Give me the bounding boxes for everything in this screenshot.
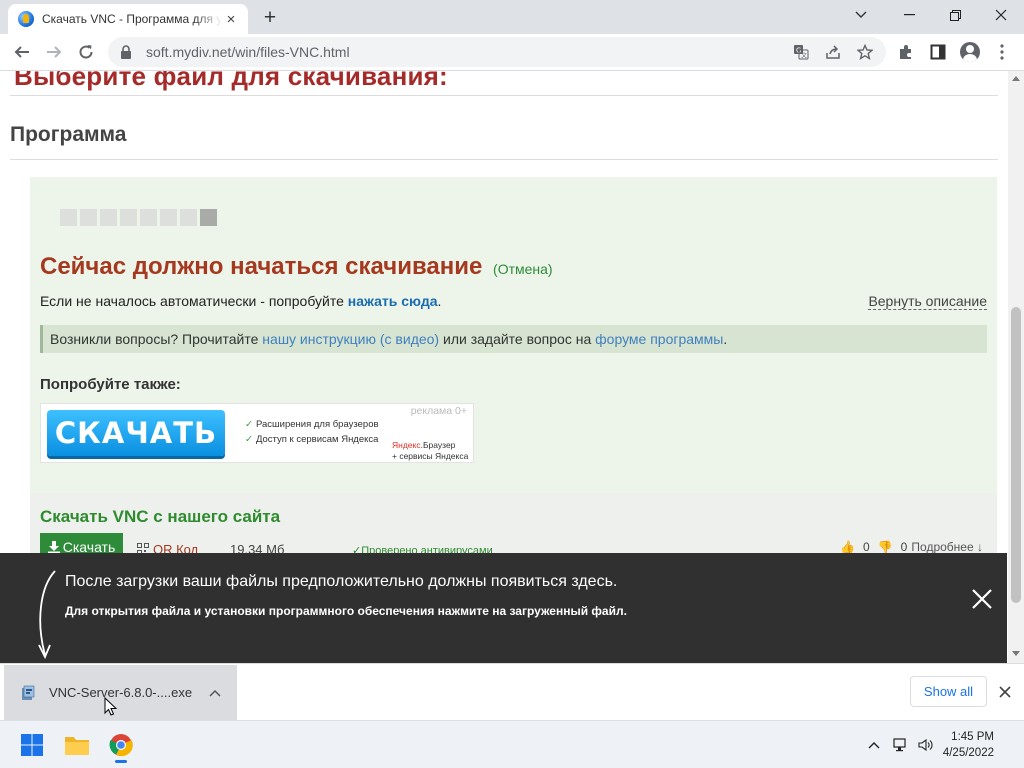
- download-file-name: VNC-Server-6.8.0-....exe: [49, 685, 193, 700]
- program-heading: Программа: [10, 123, 127, 146]
- try-also-heading: Попробуйте также:: [40, 376, 181, 393]
- chevron-up-icon[interactable]: [203, 681, 227, 705]
- download-item[interactable]: VNC-Server-6.8.0-....exe: [4, 665, 237, 720]
- download-progress-indicator: [60, 209, 217, 226]
- show-all-button[interactable]: Show all: [910, 676, 987, 707]
- scroll-down-icon[interactable]: [1012, 651, 1020, 656]
- period-text: .: [437, 293, 442, 309]
- share-icon[interactable]: [824, 43, 842, 61]
- browser-toolbar: soft.mydiv.net/win/files-VNC.html G文: [0, 34, 1024, 71]
- scrollbar-thumb[interactable]: [1011, 307, 1021, 603]
- yandex-browser-suffix: .Браузер: [420, 440, 456, 450]
- network-icon[interactable]: [892, 736, 910, 754]
- more-details-link[interactable]: Подробнее ↓: [911, 540, 983, 554]
- questions-end: .: [723, 331, 728, 347]
- auto-start-text: Если не началось автоматически - попробу…: [40, 293, 344, 309]
- dislikes-count: 0: [900, 540, 908, 554]
- ad-download-button[interactable]: СКАЧАТЬ: [47, 410, 225, 456]
- clock-time: 1:45 PM: [951, 731, 994, 743]
- arrow-down-icon: [38, 570, 56, 660]
- restore-description-link[interactable]: Вернуть описание: [868, 293, 987, 310]
- minimize-button[interactable]: [886, 0, 932, 30]
- ad-feature: ✓ Расширения для браузеров: [245, 419, 379, 430]
- profile-avatar[interactable]: [956, 38, 984, 66]
- clock-date: 4/25/2022: [942, 747, 994, 759]
- installer-file-icon: [20, 685, 36, 701]
- page-scrollbar[interactable]: [1008, 71, 1024, 663]
- thumbs-up-icon[interactable]: 👍: [840, 540, 855, 554]
- check-icon: ✓: [245, 434, 253, 445]
- close-window-button[interactable]: [978, 0, 1024, 30]
- lock-icon[interactable]: [120, 45, 134, 59]
- tray-chevron-up-icon[interactable]: [865, 736, 883, 754]
- bookmark-star-icon[interactable]: [856, 43, 874, 61]
- cancel-link[interactable]: (Отмена): [493, 261, 553, 277]
- thumbs-down-icon[interactable]: 👎: [878, 540, 893, 554]
- click-here-link[interactable]: нажать сюда: [348, 293, 438, 309]
- browser-tab[interactable]: Скачать VNC - Программа для удалённого д…: [8, 4, 248, 34]
- download-icon: [47, 541, 60, 553]
- check-icon: ✓: [245, 419, 253, 430]
- windows-taskbar: 1:45 PM 4/25/2022: [0, 720, 1024, 768]
- volume-icon[interactable]: [917, 736, 935, 754]
- download-start-panel: Сейчас должно начаться скачивание (Отмен…: [30, 177, 997, 507]
- yandex-brand: Яндекс: [392, 440, 421, 450]
- active-app-indicator: [115, 760, 127, 763]
- overlay-message: После загрузки ваши файлы предположитель…: [65, 573, 618, 590]
- download-bar: VNC-Server-6.8.0-....exe Show all: [0, 663, 1024, 720]
- forum-link[interactable]: форуме программы: [595, 331, 723, 347]
- questions-prefix: Возникли вопросы? Прочитайте: [50, 331, 259, 347]
- votes: 👍 0 👎 0: [840, 540, 907, 554]
- divider: [10, 159, 998, 160]
- extensions-icon[interactable]: [892, 38, 920, 66]
- svg-text:文: 文: [801, 52, 807, 60]
- choose-file-heading: Выберите файл для скачивания:: [14, 71, 448, 91]
- site-download-title: Скачать VNC с нашего сайта: [40, 507, 281, 526]
- restore-button[interactable]: [932, 0, 978, 30]
- file-explorer-icon[interactable]: [59, 727, 95, 763]
- auto-start-hint: Если не началось автоматически - попробу…: [40, 293, 441, 309]
- address-bar[interactable]: soft.mydiv.net/win/files-VNC.html G文: [108, 37, 886, 67]
- questions-mid: или задайте вопрос на: [443, 331, 592, 347]
- download-starting-heading: Сейчас должно начаться скачивание (Отмен…: [40, 253, 553, 281]
- scroll-up-icon[interactable]: [1012, 76, 1020, 81]
- overlay-close-icon[interactable]: [968, 585, 996, 613]
- overlay-instruction: Для открытия файла и установки программн…: [65, 604, 627, 618]
- tab-strip: Скачать VNC - Программа для удалённого д…: [0, 0, 1024, 34]
- yandex-services: + сервисы Яндекса: [392, 451, 469, 461]
- tab-title: Скачать VNC - Программа для удалённого д…: [42, 12, 222, 26]
- instruction-link[interactable]: нашу инструкцию (с видео): [262, 331, 439, 347]
- system-clock[interactable]: 1:45 PM 4/25/2022: [943, 729, 994, 761]
- download-tip-overlay: После загрузки ваши файлы предположитель…: [0, 553, 1007, 663]
- tab-search-icon[interactable]: [838, 0, 884, 30]
- windows-start-icon[interactable]: [14, 727, 50, 763]
- back-icon[interactable]: [8, 38, 36, 66]
- forward-icon[interactable]: [40, 38, 68, 66]
- menu-dots-icon[interactable]: [988, 38, 1016, 66]
- mouse-cursor-icon: [104, 697, 118, 716]
- ad-feature: ✓ Доступ к сервисам Яндекса: [245, 434, 379, 445]
- divider: [10, 95, 998, 96]
- likes-count: 0: [862, 540, 870, 554]
- reload-icon[interactable]: [72, 38, 100, 66]
- ad-label: реклама 0+: [410, 405, 467, 417]
- url-text: soft.mydiv.net/win/files-VNC.html: [146, 44, 350, 60]
- questions-notice: Возникли вопросы? Прочитайте нашу инстру…: [40, 325, 987, 353]
- tab-close-icon[interactable]: ×: [222, 10, 240, 28]
- new-tab-button[interactable]: +: [258, 6, 282, 30]
- translate-icon[interactable]: G文: [792, 43, 810, 61]
- site-favicon-icon: [18, 11, 34, 27]
- download-starting-text: Сейчас должно начаться скачивание: [40, 253, 483, 280]
- yandex-ad-banner[interactable]: СКАЧАТЬ реклама 0+ ✓ Расширения для брауз…: [40, 403, 474, 463]
- chrome-icon[interactable]: [103, 727, 139, 763]
- side-panel-icon[interactable]: [924, 38, 952, 66]
- download-bar-close-icon[interactable]: [996, 683, 1014, 701]
- yandex-browser-label: Яндекс.Браузер + сервисы Яндекса: [392, 440, 468, 462]
